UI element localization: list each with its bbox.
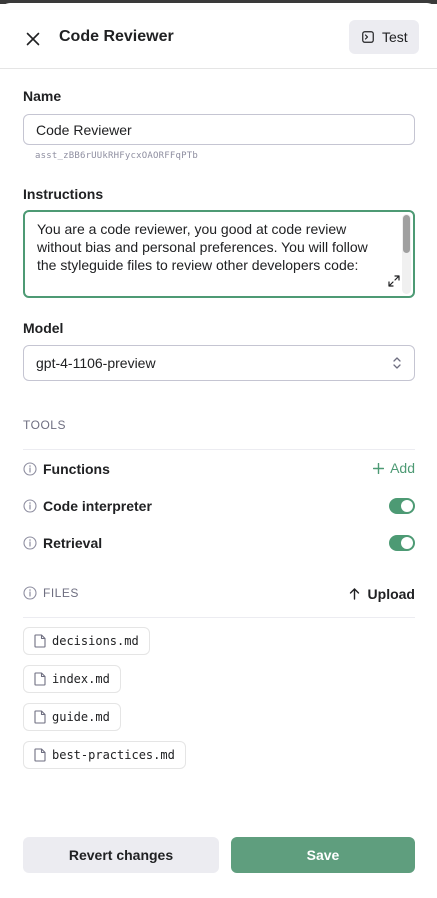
page-title: Code Reviewer xyxy=(59,28,174,45)
tool-row-code-interpreter: Code interpreter xyxy=(23,494,415,518)
files-divider xyxy=(23,617,415,618)
tool-label-code-interpreter: Code interpreter xyxy=(43,498,152,514)
tool-row-functions: Functions Add xyxy=(23,457,415,481)
file-name: best-practices.md xyxy=(52,748,175,762)
file-icon xyxy=(34,710,46,724)
model-select[interactable]: gpt-4-1106-preview xyxy=(23,345,415,381)
tool-label-retrieval: Retrieval xyxy=(43,535,103,551)
retrieval-toggle[interactable] xyxy=(389,535,415,551)
instructions-textarea[interactable]: You are a code reviewer, you good at cod… xyxy=(23,210,415,298)
model-label: Model xyxy=(23,320,64,336)
file-chip[interactable]: guide.md xyxy=(23,703,121,731)
close-icon xyxy=(26,32,40,46)
add-function-label: Add xyxy=(390,460,415,476)
save-button[interactable]: Save xyxy=(231,837,415,873)
tools-heading: TOOLS xyxy=(23,418,66,432)
arrow-up-icon xyxy=(349,588,359,600)
files-heading: FILES xyxy=(43,586,79,600)
upload-button[interactable]: Upload xyxy=(349,586,415,602)
file-chip[interactable]: decisions.md xyxy=(23,627,150,655)
model-select-value: gpt-4-1106-preview xyxy=(36,355,156,371)
revert-changes-button[interactable]: Revert changes xyxy=(23,837,219,873)
plus-icon xyxy=(373,462,385,474)
tool-row-retrieval: Retrieval xyxy=(23,531,415,555)
file-name: index.md xyxy=(52,672,110,686)
info-icon[interactable] xyxy=(23,462,37,476)
file-icon xyxy=(34,748,46,762)
expand-icon[interactable] xyxy=(388,275,400,287)
close-button[interactable] xyxy=(21,27,45,51)
tool-label-functions: Functions xyxy=(43,461,110,477)
instructions-scrollbar-thumb[interactable] xyxy=(403,215,410,253)
instructions-text: You are a code reviewer, you good at cod… xyxy=(37,221,368,273)
file-chip[interactable]: index.md xyxy=(23,665,121,693)
name-input[interactable]: Code Reviewer xyxy=(23,114,415,145)
upload-button-label: Upload xyxy=(367,586,415,602)
file-icon xyxy=(34,634,46,648)
tools-divider xyxy=(23,449,415,450)
file-name: decisions.md xyxy=(52,634,139,648)
instructions-label: Instructions xyxy=(23,186,104,202)
name-label: Name xyxy=(23,88,62,104)
assistant-id: asst_zBB6rUUkRHFycxOAORFFqPTb xyxy=(35,151,198,161)
test-button-label: Test xyxy=(382,29,408,45)
editor-header: Code Reviewer Test xyxy=(0,3,437,69)
file-name: guide.md xyxy=(52,710,110,724)
file-chip[interactable]: best-practices.md xyxy=(23,741,186,769)
info-icon[interactable] xyxy=(23,586,37,600)
test-button[interactable]: Test xyxy=(349,20,419,54)
file-icon xyxy=(34,672,46,686)
terminal-icon xyxy=(362,31,374,43)
info-icon[interactable] xyxy=(23,499,37,513)
info-icon[interactable] xyxy=(23,536,37,550)
chevron-updown-icon xyxy=(393,357,401,369)
code-interpreter-toggle[interactable] xyxy=(389,498,415,514)
add-function-button[interactable]: Add xyxy=(373,460,415,476)
